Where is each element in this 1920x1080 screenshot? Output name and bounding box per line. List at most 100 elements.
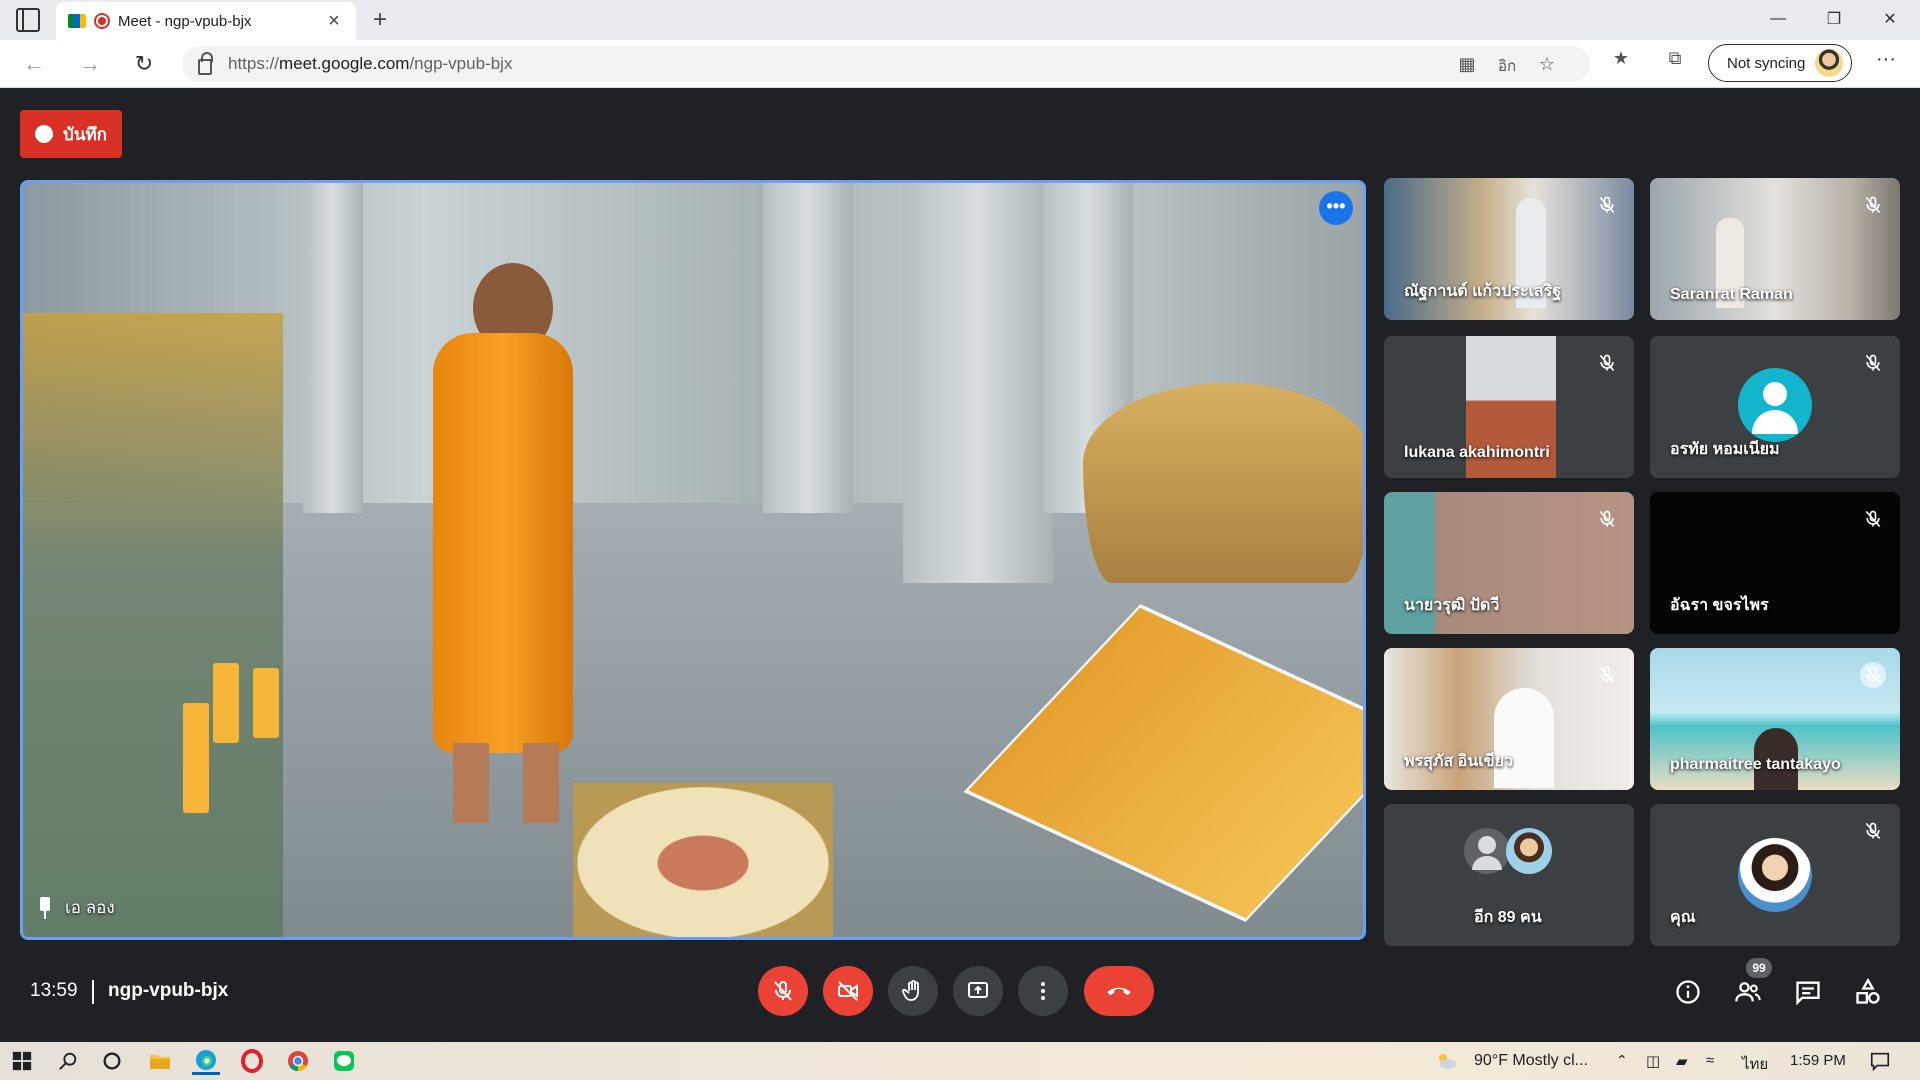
tile-more-options-button[interactable]: ••• xyxy=(1319,191,1353,225)
hand-icon xyxy=(901,980,919,1001)
video-candle xyxy=(253,668,279,738)
participant-name: ณัฐกานต์ แก้วประเสริฐ xyxy=(1404,283,1562,300)
file-explorer-icon[interactable] xyxy=(146,1047,174,1075)
participant-tile[interactable]: พรสุภัส อินเขียว xyxy=(1384,648,1634,790)
windows-taskbar: 90°F Mostly cl... ⌃ ◫ ▰ ≈ ไทย 1:59 PM xyxy=(0,1042,1920,1080)
participants-count-badge: 99 xyxy=(1746,958,1772,978)
url-field[interactable]: https://meet.google.com/ngp-vpub-bjx ▦ อ… xyxy=(182,46,1590,82)
read-aloud-icon[interactable]: อิก xyxy=(1492,54,1522,78)
mic-off-icon xyxy=(1594,192,1620,218)
show-hidden-icons-icon[interactable]: ⌃ xyxy=(1616,1052,1628,1069)
weather-icon[interactable] xyxy=(1432,1047,1460,1075)
chat-icon xyxy=(1796,981,1820,1006)
notifications-icon[interactable] xyxy=(1866,1047,1894,1075)
network-status-icon[interactable]: ◫ xyxy=(1646,1052,1660,1070)
participant-avatar xyxy=(1464,828,1510,874)
self-avatar xyxy=(1738,838,1812,912)
recording-label: บันทึก xyxy=(63,124,107,144)
windows-start-icon[interactable] xyxy=(8,1047,36,1075)
participant-avatar xyxy=(1506,828,1552,874)
recording-button[interactable]: บันทึก xyxy=(20,110,122,158)
profile-avatar xyxy=(1815,49,1844,77)
settings-more-icon[interactable]: ··· xyxy=(1870,48,1902,71)
video-candle xyxy=(213,663,239,743)
favorites-icon[interactable]: ★ xyxy=(1606,48,1636,69)
back-arrow-icon[interactable]: ← xyxy=(18,48,50,80)
participant-name: นายวรุฒิ ปัดวี xyxy=(1404,597,1500,614)
video-rug xyxy=(573,783,833,937)
more-participants-tile[interactable]: อีก 89 คน xyxy=(1384,804,1634,946)
participant-tile[interactable]: นายวรุฒิ ปัดวี xyxy=(1384,492,1634,634)
line-app-icon[interactable] xyxy=(330,1047,358,1075)
microphone-in-use-icon[interactable]: ▰ xyxy=(1676,1052,1688,1070)
input-language-indicator[interactable]: ไทย xyxy=(1742,1052,1768,1076)
chat-button[interactable] xyxy=(1788,972,1828,1012)
self-tile[interactable]: คุณ xyxy=(1650,804,1900,946)
search-icon[interactable] xyxy=(54,1047,82,1075)
leave-call-button[interactable] xyxy=(1084,966,1154,1016)
more-participants-label: อีก 89 คน xyxy=(1474,909,1542,926)
camera-toggle-button[interactable] xyxy=(823,966,873,1016)
meet-control-bar: 13:59 ngp-vpub-bjx 99 xyxy=(0,958,1920,1042)
browser-tab-meet[interactable]: Meet - ngp-vpub-bjx × xyxy=(56,2,356,40)
participant-tile[interactable]: อัฉรา ขจรไพร xyxy=(1650,492,1900,634)
participant-avatar xyxy=(1738,368,1812,442)
pin-icon xyxy=(37,896,53,919)
meet-area: บันทึก ••• เอ ลอง ณัฐกานต์ แก้วประเสริฐ xyxy=(0,88,1920,1042)
info-icon xyxy=(1676,980,1700,1004)
tab-close-button[interactable]: × xyxy=(324,10,344,33)
minimize-button[interactable]: — xyxy=(1750,0,1806,38)
add-favorite-icon[interactable]: ☆ xyxy=(1532,54,1562,75)
sync-label: Not syncing xyxy=(1727,54,1806,72)
participant-name: lukana akahimontri xyxy=(1404,444,1550,461)
forward-arrow-icon[interactable]: → xyxy=(74,48,106,80)
mic-off-icon xyxy=(1594,350,1620,376)
end-call-icon xyxy=(1107,987,1131,996)
activities-button[interactable] xyxy=(1848,972,1888,1012)
participant-name: พรสุภัส อินเขียว xyxy=(1404,753,1513,770)
meeting-details-button[interactable] xyxy=(1668,972,1708,1012)
more-options-button[interactable] xyxy=(1018,966,1068,1016)
video-pillar xyxy=(763,183,853,513)
main-presenter-name: เอ ลอง xyxy=(65,898,115,917)
main-video-tile[interactable]: ••• เอ ลอง xyxy=(20,180,1366,940)
refresh-icon[interactable]: ↻ xyxy=(128,48,160,80)
participant-name: อัฉรา ขจรไพร xyxy=(1670,597,1769,614)
video-pillar xyxy=(303,183,363,513)
window-close-button[interactable]: ✕ xyxy=(1862,0,1918,38)
participant-tile[interactable]: อรทัย หอมเนียม xyxy=(1650,336,1900,478)
participant-tile[interactable]: Saranrat Raman xyxy=(1650,178,1900,320)
taskbar-clock[interactable]: 1:59 PM xyxy=(1790,1052,1846,1069)
tab-title: Meet - ngp-vpub-bjx xyxy=(118,12,252,30)
collections-icon[interactable]: ⧉ xyxy=(1660,48,1690,69)
mic-off-icon xyxy=(1860,662,1886,688)
present-screen-button[interactable] xyxy=(953,966,1003,1016)
new-tab-button[interactable]: + xyxy=(366,6,394,34)
edge-browser-icon[interactable] xyxy=(192,1047,220,1075)
opera-icon[interactable] xyxy=(238,1047,266,1075)
participant-tile[interactable]: lukana akahimontri xyxy=(1384,336,1634,478)
participant-name: Saranrat Raman xyxy=(1670,286,1793,303)
tab-actions-icon[interactable] xyxy=(16,8,40,32)
raise-hand-button[interactable] xyxy=(888,966,938,1016)
restore-button[interactable]: ❐ xyxy=(1806,0,1862,38)
participant-tile[interactable]: ณัฐกานต์ แก้วประเสริฐ xyxy=(1384,178,1634,320)
browser-tab-bar: Meet - ngp-vpub-bjx × + — ❐ ✕ xyxy=(0,0,1920,40)
chrome-icon[interactable] xyxy=(284,1047,312,1075)
camera-permission-icon[interactable]: ▦ xyxy=(1452,54,1482,75)
video-person-robe xyxy=(433,333,573,753)
video-person-leg xyxy=(453,743,489,823)
microphone-toggle-button[interactable] xyxy=(758,966,808,1016)
profile-sync-button[interactable]: Not syncing xyxy=(1708,44,1852,82)
participants-button[interactable] xyxy=(1728,972,1768,1012)
activities-icon xyxy=(1856,978,1880,1004)
recording-indicator-icon xyxy=(94,13,110,29)
main-presenter-label: เอ ลอง xyxy=(37,894,115,921)
participant-tile[interactable]: pharmaitree tantakayo xyxy=(1650,648,1900,790)
participant-name: คุณ xyxy=(1670,909,1696,926)
wifi-icon[interactable]: ≈ xyxy=(1706,1052,1714,1069)
participant-name: pharmaitree tantakayo xyxy=(1670,756,1841,773)
task-view-icon[interactable] xyxy=(98,1047,126,1075)
mic-off-icon xyxy=(1860,350,1886,376)
weather-text: 90°F Mostly cl... xyxy=(1474,1052,1588,1069)
